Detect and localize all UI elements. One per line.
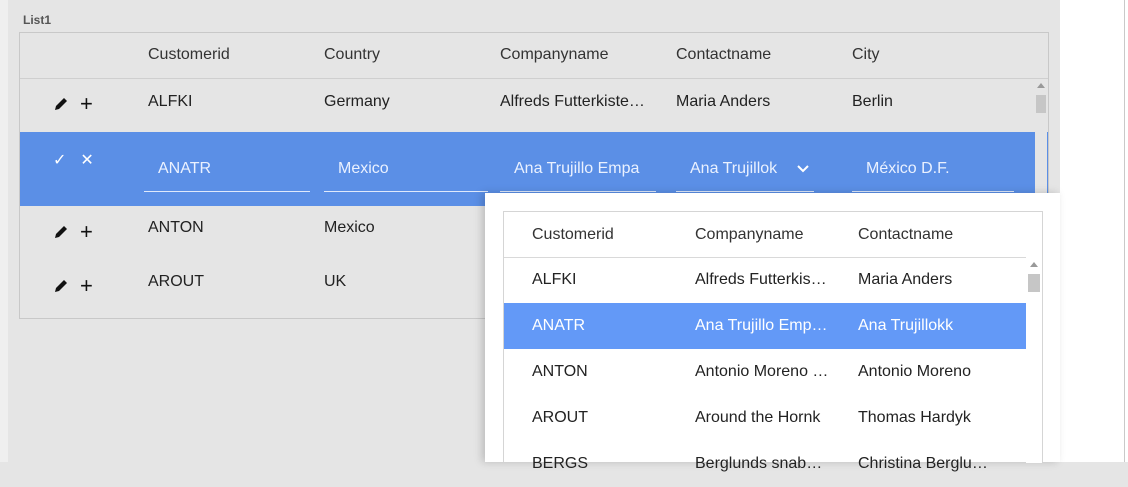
dropdown-option[interactable]: ALFKI Alfreds Futterkis… Maria Anders bbox=[504, 257, 1026, 303]
cell-customerid: AROUT bbox=[148, 273, 204, 290]
companyname-input[interactable]: Ana Trujillo Empa bbox=[500, 154, 656, 192]
row-actions: + bbox=[52, 93, 93, 115]
scroll-up-icon[interactable] bbox=[1037, 83, 1045, 88]
option-companyname: Antonio Moreno … bbox=[695, 363, 829, 380]
dropdown-header: Customerid Companyname Contactname bbox=[504, 212, 1042, 258]
right-panel-area bbox=[1060, 0, 1124, 462]
pencil-icon[interactable] bbox=[52, 95, 70, 113]
cell-city: Berlin bbox=[852, 93, 893, 110]
customerid-input[interactable]: ANATR bbox=[144, 154, 310, 192]
grid-header: Customerid Country Companyname Contactna… bbox=[20, 33, 1048, 79]
table-row[interactable]: + ALFKI Germany Alfreds Futterkiste… Mar… bbox=[20, 78, 1048, 132]
cell-country: Germany bbox=[324, 93, 390, 110]
row-actions: + bbox=[52, 275, 93, 297]
dropdown-column-companyname: Companyname bbox=[695, 226, 804, 243]
left-margin bbox=[0, 0, 8, 462]
cell-contactname: Maria Anders bbox=[676, 93, 771, 110]
dropdown-option-selected[interactable]: ANATR Ana Trujillo Emp… Ana Trujillokk bbox=[504, 303, 1026, 349]
pencil-icon[interactable] bbox=[52, 277, 70, 295]
dropdown-option[interactable]: BERGS Berglunds snab… Christina Berglu… bbox=[504, 441, 1026, 487]
option-contactname: Antonio Moreno bbox=[858, 363, 971, 380]
dropdown-grid: Customerid Companyname Contactname ALFKI… bbox=[503, 211, 1043, 472]
column-header-customerid[interactable]: Customerid bbox=[148, 46, 308, 64]
option-customerid: BERGS bbox=[532, 455, 589, 472]
option-contactname: Maria Anders bbox=[858, 271, 953, 288]
contactname-value: Ana Trujillok bbox=[690, 160, 778, 177]
option-customerid: ALFKI bbox=[532, 271, 577, 288]
contactname-dropdown: Customerid Companyname Contactname ALFKI… bbox=[485, 193, 1060, 472]
option-contactname: Ana Trujillokk bbox=[858, 317, 954, 334]
option-customerid: ANTON bbox=[532, 363, 588, 380]
cell-customerid: ALFKI bbox=[148, 93, 193, 110]
option-companyname: Alfreds Futterkis… bbox=[695, 271, 827, 288]
column-header-city[interactable]: City bbox=[852, 46, 1012, 64]
plus-icon[interactable]: + bbox=[80, 275, 93, 297]
dropdown-option[interactable]: ANTON Antonio Moreno … Antonio Moreno bbox=[504, 349, 1026, 395]
country-input[interactable]: Mexico bbox=[324, 154, 488, 192]
column-header-country[interactable]: Country bbox=[324, 46, 484, 64]
panel-title: List1 bbox=[23, 13, 52, 27]
option-companyname: Around the Hornk bbox=[695, 409, 821, 426]
column-header-companyname[interactable]: Companyname bbox=[500, 46, 660, 64]
city-input[interactable]: México D.F. bbox=[852, 154, 1014, 192]
row-actions: + bbox=[52, 221, 93, 243]
option-companyname: Ana Trujillo Emp… bbox=[695, 317, 828, 334]
contactname-select[interactable]: Ana Trujillok bbox=[676, 154, 814, 192]
option-companyname: Berglunds snab… bbox=[695, 455, 823, 472]
cell-customerid: ANTON bbox=[148, 219, 204, 236]
option-contactname: Thomas Hardyk bbox=[858, 409, 971, 426]
close-icon[interactable]: ✕ bbox=[80, 150, 93, 170]
column-header-contactname[interactable]: Contactname bbox=[676, 46, 836, 64]
scroll-up-icon[interactable] bbox=[1030, 262, 1038, 267]
cell-country: Mexico bbox=[324, 219, 375, 236]
chevron-down-icon[interactable] bbox=[796, 162, 810, 176]
dropdown-scrollbar[interactable] bbox=[1026, 257, 1042, 463]
pencil-icon[interactable] bbox=[52, 223, 70, 241]
option-customerid: ANATR bbox=[532, 317, 586, 334]
scroll-thumb[interactable] bbox=[1036, 95, 1046, 113]
plus-icon[interactable]: + bbox=[80, 221, 93, 243]
dropdown-column-customerid: Customerid bbox=[532, 226, 614, 243]
check-icon[interactable]: ✓ bbox=[53, 150, 66, 170]
edit-actions: ✓ ✕ bbox=[53, 150, 94, 170]
option-customerid: AROUT bbox=[532, 409, 588, 426]
cell-country: UK bbox=[324, 273, 347, 290]
dropdown-option[interactable]: AROUT Around the Hornk Thomas Hardyk bbox=[504, 395, 1026, 441]
dropdown-column-contactname: Contactname bbox=[858, 226, 954, 243]
scroll-thumb[interactable] bbox=[1028, 274, 1040, 292]
cell-companyname: Alfreds Futterkiste… bbox=[500, 93, 645, 110]
option-contactname: Christina Berglu… bbox=[858, 455, 988, 472]
plus-icon[interactable]: + bbox=[80, 93, 93, 115]
